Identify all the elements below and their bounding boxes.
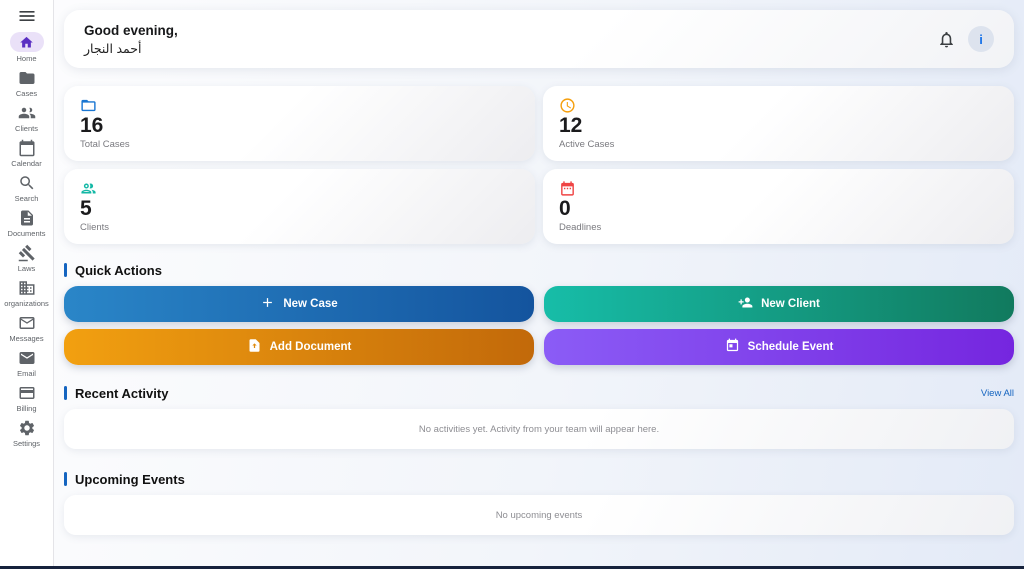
sidebar-item-label: Messages — [9, 334, 44, 343]
sidebar-item-label: organizations — [4, 299, 49, 308]
sidebar-item-label: Clients — [15, 124, 38, 133]
info-icon: i — [979, 31, 983, 47]
stat-label: Total Cases — [80, 139, 130, 151]
plus-icon — [260, 295, 275, 313]
bell-icon[interactable] — [937, 30, 956, 49]
button-label: Add Document — [269, 341, 352, 353]
gavel-icon — [18, 244, 36, 262]
menu-icon[interactable] — [17, 6, 37, 26]
building-icon — [18, 279, 36, 297]
stat-label: Active Cases — [559, 139, 615, 151]
people-icon — [18, 104, 36, 122]
stat-card-deadlines[interactable]: 0 Deadlines — [543, 169, 1014, 244]
stat-value: 0 — [559, 196, 571, 220]
recent-activity-header: Recent Activity View All — [64, 385, 1014, 401]
stat-card-total-cases[interactable]: 16 Total Cases — [64, 86, 535, 161]
stat-value: 12 — [559, 113, 583, 137]
upcoming-events-empty-card: No upcoming events — [64, 495, 1014, 535]
sidebar-item-documents[interactable]: Documents — [0, 209, 53, 238]
calendar-icon — [559, 180, 576, 197]
clock-icon — [559, 97, 576, 114]
people-icon — [80, 180, 97, 197]
stat-card-active-cases[interactable]: 12 Active Cases — [543, 86, 1014, 161]
button-label: New Case — [283, 298, 338, 310]
sidebar-item-settings[interactable]: Settings — [0, 419, 53, 448]
stat-value: 5 — [80, 196, 92, 220]
sidebar-item-label: Laws — [17, 264, 36, 273]
sidebar-item-label: Email — [17, 369, 36, 378]
folder-icon — [18, 69, 36, 87]
sidebar-item-messages[interactable]: Messages — [0, 314, 53, 343]
gear-icon — [18, 419, 36, 437]
calendar-icon — [18, 139, 36, 157]
view-all-link[interactable]: View All — [981, 388, 1014, 399]
sidebar-item-laws[interactable]: Laws — [0, 244, 53, 273]
upcoming-events-header: Upcoming Events — [64, 471, 1014, 487]
credit-card-icon — [18, 384, 36, 402]
recent-activity-empty-card: No activities yet. Activity from your te… — [64, 409, 1014, 449]
sidebar-item-label: Billing — [16, 404, 37, 413]
upload-file-icon — [247, 338, 262, 356]
stat-label: Clients — [80, 222, 110, 234]
sidebar-item-label: Home — [16, 54, 37, 63]
mail-outline-icon — [18, 314, 36, 332]
mail-filled-icon — [18, 349, 36, 367]
sidebar-item-cases[interactable]: Cases — [0, 69, 53, 98]
app-window: Home Cases Clients Calendar Search Docum… — [0, 0, 1024, 566]
sidebar-item-label: Search — [14, 194, 39, 203]
section-title: Quick Actions — [75, 262, 162, 278]
sidebar-item-organizations[interactable]: organizations — [0, 279, 53, 308]
header-actions: i — [937, 26, 994, 52]
sidebar: Home Cases Clients Calendar Search Docum… — [0, 0, 54, 566]
section-accent-bar — [64, 386, 67, 400]
sidebar-item-label: Cases — [15, 89, 38, 98]
folder-icon — [80, 97, 97, 114]
section-title: Upcoming Events — [75, 471, 185, 487]
add-document-button[interactable]: Add Document — [64, 329, 534, 365]
stat-card-clients[interactable]: 5 Clients — [64, 169, 535, 244]
sidebar-item-label: Settings — [12, 439, 41, 448]
home-icon — [9, 32, 44, 52]
main-content: Good evening, أحمد النجار i 16 Total Cas… — [54, 0, 1024, 566]
sidebar-item-label: Documents — [7, 229, 46, 238]
sidebar-item-billing[interactable]: Billing — [0, 384, 53, 413]
stat-label: Deadlines — [559, 222, 602, 234]
sidebar-item-label: Calendar — [11, 159, 42, 168]
sidebar-item-home[interactable]: Home — [0, 32, 53, 63]
sidebar-item-calendar[interactable]: Calendar — [0, 139, 53, 168]
sidebar-item-clients[interactable]: Clients — [0, 104, 53, 133]
greeting-header: Good evening, أحمد النجار i — [64, 10, 1014, 68]
sidebar-item-search[interactable]: Search — [0, 174, 53, 203]
button-label: Schedule Event — [747, 341, 834, 353]
sidebar-nav: Home Cases Clients Calendar Search Docum… — [0, 32, 53, 448]
search-icon — [18, 174, 36, 192]
section-title: Recent Activity — [75, 385, 169, 401]
quick-actions-grid: New Case New Client Add Document Schedul… — [64, 286, 1014, 365]
quick-actions-header: Quick Actions — [64, 262, 1014, 278]
greeting-block: Good evening, أحمد النجار — [84, 23, 178, 56]
section-accent-bar — [64, 263, 67, 277]
new-client-button[interactable]: New Client — [544, 286, 1014, 322]
event-icon — [725, 338, 740, 356]
schedule-event-button[interactable]: Schedule Event — [544, 329, 1014, 365]
document-icon — [18, 209, 36, 227]
stat-value: 16 — [80, 113, 104, 137]
info-button[interactable]: i — [968, 26, 994, 52]
button-label: New Client — [761, 298, 820, 310]
section-accent-bar — [64, 472, 67, 486]
greeting-text: Good evening, — [84, 22, 178, 38]
sidebar-item-email[interactable]: Email — [0, 349, 53, 378]
person-add-icon — [738, 295, 753, 313]
new-case-button[interactable]: New Case — [64, 286, 534, 322]
empty-state-text: No upcoming events — [495, 509, 583, 521]
empty-state-text: No activities yet. Activity from your te… — [418, 423, 660, 435]
user-name: أحمد النجار — [84, 41, 142, 56]
stats-grid: 16 Total Cases 12 Active Cases 5 Clients — [64, 86, 1014, 244]
